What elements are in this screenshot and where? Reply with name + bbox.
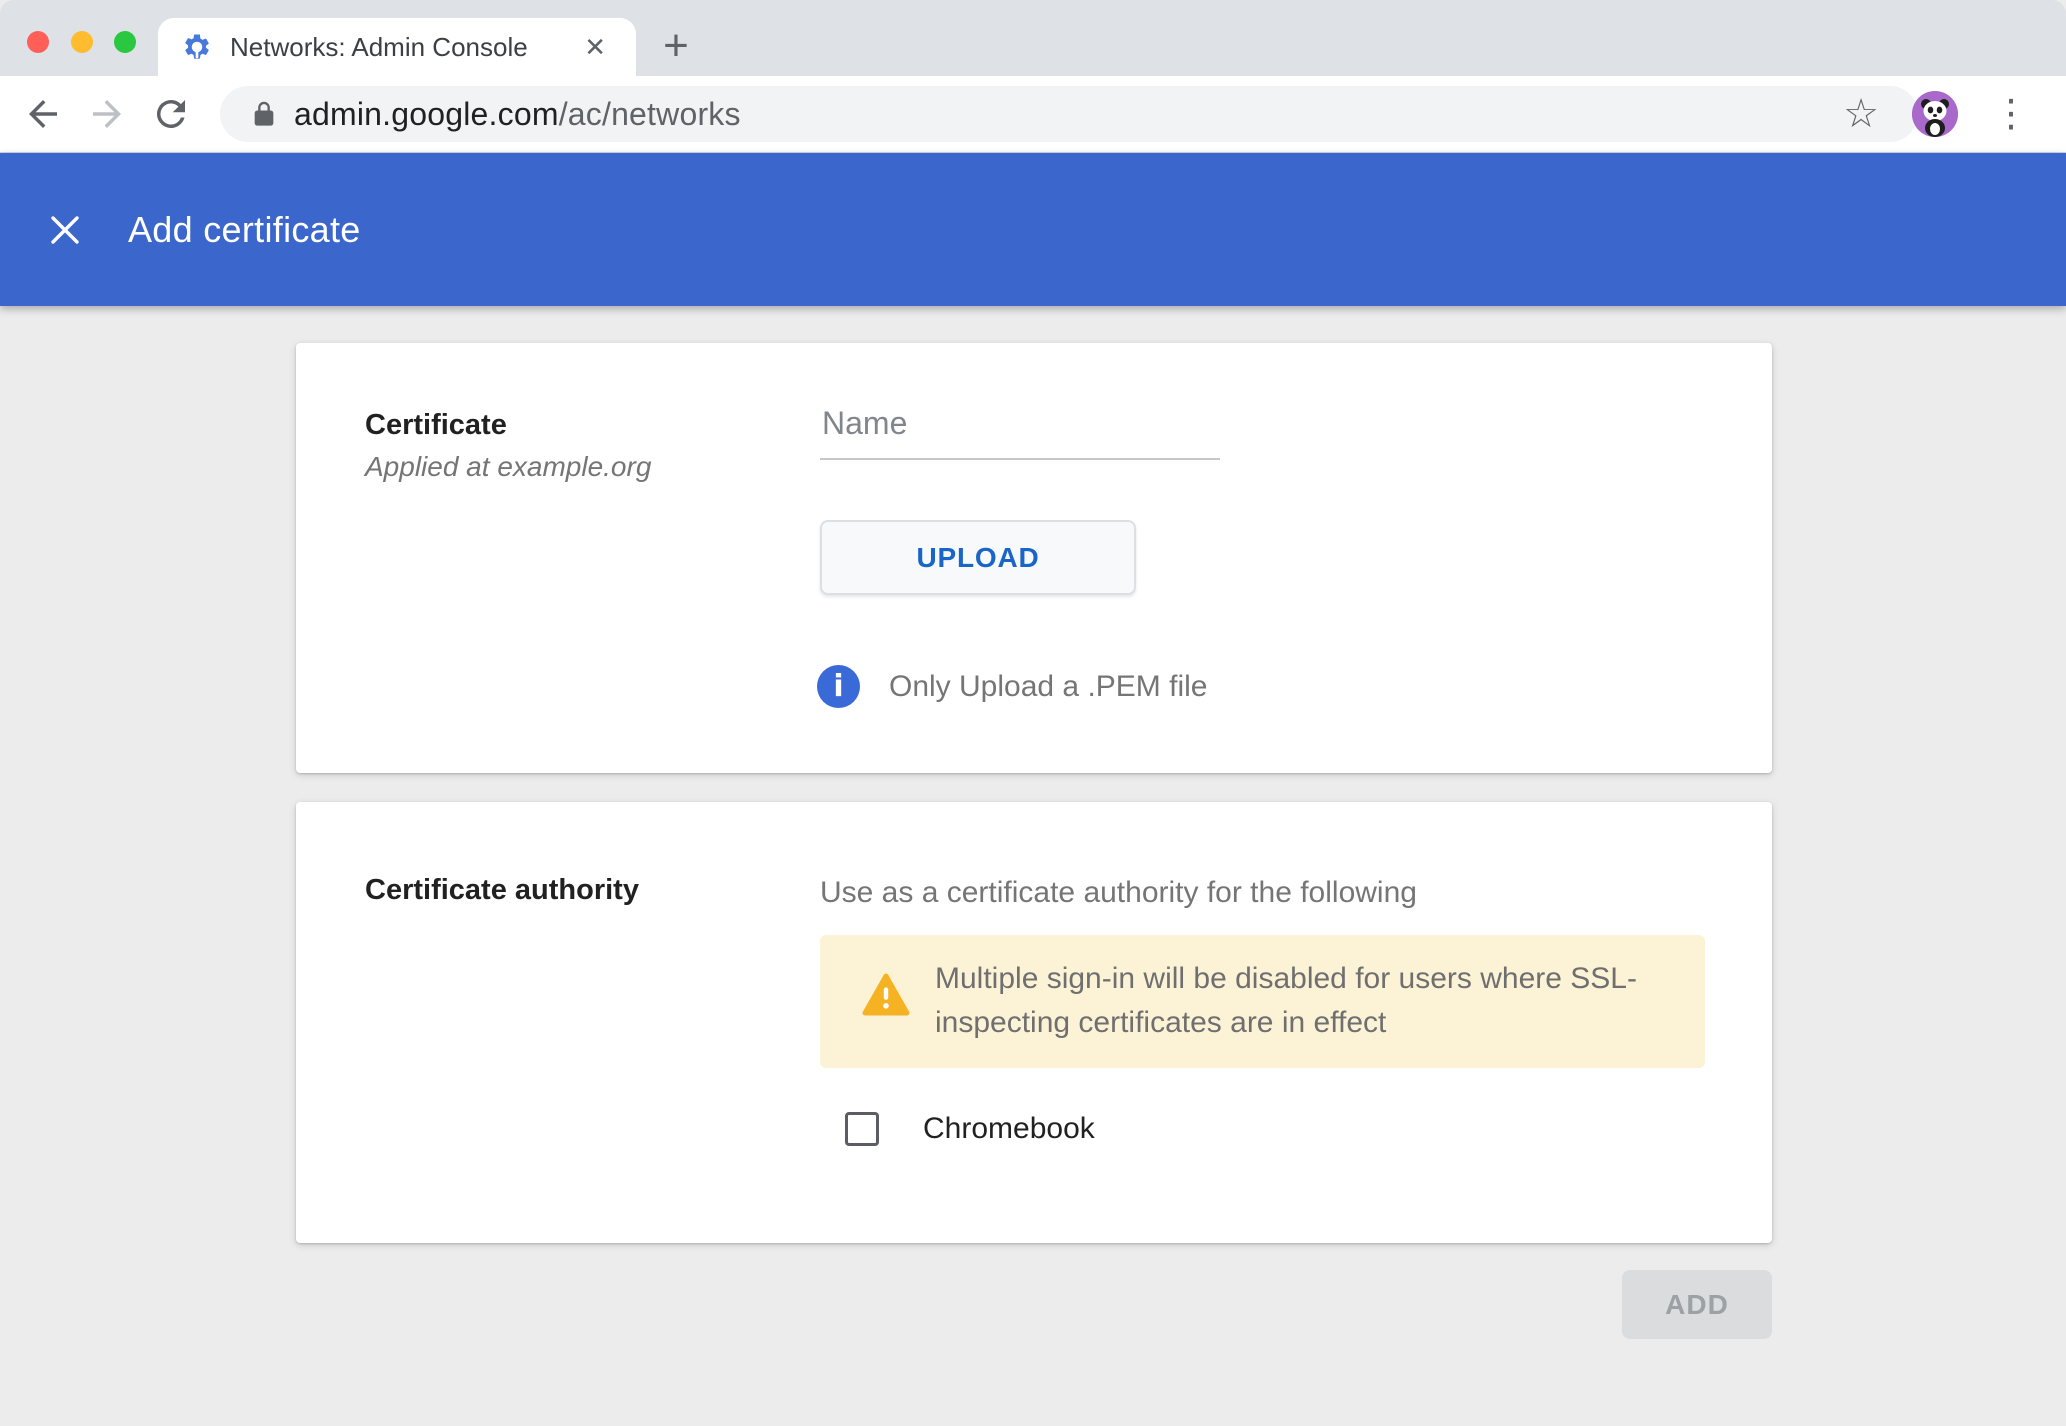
tab-title: Networks: Admin Console: [230, 32, 578, 63]
chromebook-checkbox[interactable]: [845, 1112, 879, 1146]
url-domain: admin.google.com: [294, 96, 559, 132]
reload-icon[interactable]: [150, 93, 192, 135]
admin-console-favicon-icon: [182, 32, 212, 62]
window-minimize-button[interactable]: [71, 31, 93, 53]
panda-avatar-image: [1912, 91, 1958, 137]
back-icon[interactable]: [22, 93, 64, 135]
warning-text: Multiple sign-in will be disabled for us…: [935, 957, 1735, 1045]
lock-icon: [250, 100, 278, 128]
certificate-label: Certificate: [365, 409, 507, 442]
info-icon: i: [817, 665, 860, 708]
main-content: Certificate Applied at example.org UPLOA…: [0, 306, 2066, 1426]
info-text: Only Upload a .PEM file: [889, 670, 1207, 704]
chromebook-checkbox-label: Chromebook: [923, 1112, 1095, 1146]
dialog-header: Add certificate: [0, 153, 2066, 306]
tab-strip: Networks: Admin Console ✕ +: [0, 0, 2066, 76]
window-close-button[interactable]: [27, 31, 49, 53]
profile-avatar[interactable]: [1912, 91, 1958, 137]
add-button[interactable]: ADD: [1622, 1270, 1772, 1339]
browser-toolbar: admin.google.com/ac/networks ☆ ⋮: [0, 76, 2066, 153]
certificate-authority-card: Certificate authority Use as a certifica…: [296, 802, 1772, 1243]
warning-banner: Multiple sign-in will be disabled for us…: [820, 935, 1705, 1068]
browser-menu-icon[interactable]: ⋮: [1984, 95, 2038, 133]
certificate-authority-label: Certificate authority: [365, 874, 639, 907]
url-bar[interactable]: admin.google.com/ac/networks: [220, 86, 1918, 142]
url-path: /ac/networks: [559, 96, 741, 132]
browser-window: Networks: Admin Console ✕ + admin.google…: [0, 0, 2066, 1426]
authority-description: Use as a certificate authority for the f…: [820, 876, 1417, 910]
warning-icon: [862, 973, 910, 1017]
window-zoom-button[interactable]: [114, 31, 136, 53]
bookmark-star-icon[interactable]: ☆: [1838, 94, 1884, 134]
new-tab-button[interactable]: +: [652, 22, 700, 70]
url-text: admin.google.com/ac/networks: [294, 96, 741, 133]
chromebook-checkbox-row: Chromebook: [845, 1112, 1095, 1146]
certificate-sublabel: Applied at example.org: [365, 451, 651, 483]
forward-icon[interactable]: [86, 93, 128, 135]
upload-button[interactable]: UPLOAD: [820, 520, 1136, 595]
info-row: i Only Upload a .PEM file: [817, 665, 1207, 708]
close-icon[interactable]: [48, 213, 82, 247]
browser-tab[interactable]: Networks: Admin Console ✕: [158, 18, 636, 76]
certificate-card: Certificate Applied at example.org UPLOA…: [296, 343, 1772, 773]
tab-close-icon[interactable]: ✕: [578, 30, 612, 64]
page-title: Add certificate: [128, 209, 361, 251]
name-input[interactable]: [820, 405, 1220, 460]
